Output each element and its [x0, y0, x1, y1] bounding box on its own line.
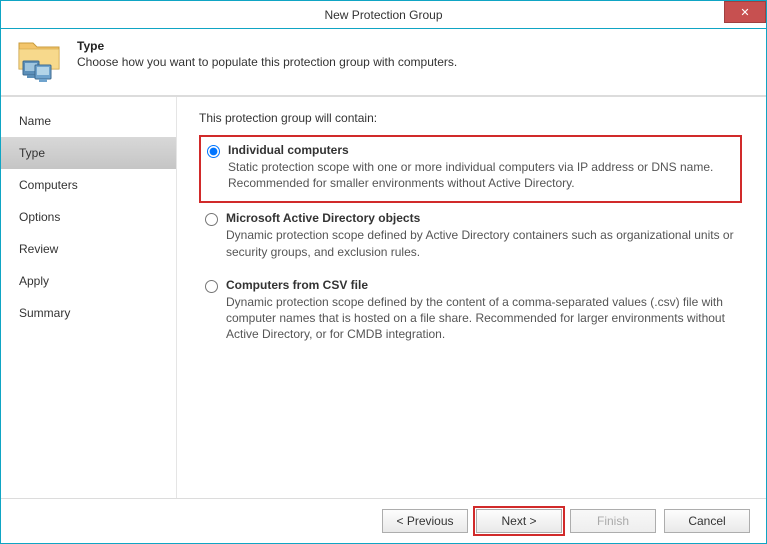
previous-button[interactable]: < Previous — [382, 509, 468, 533]
wizard-steps-sidebar: Name Type Computers Options Review Apply… — [1, 97, 177, 498]
option-body: Microsoft Active Directory objects Dynam… — [226, 211, 734, 259]
radio-individual-computers[interactable] — [207, 145, 220, 158]
content-heading: This protection group will contain: — [199, 111, 742, 125]
wizard-footer: < Previous Next > Finish Cancel — [1, 498, 766, 543]
option-title: Computers from CSV file — [226, 278, 734, 292]
folder-computers-icon — [17, 39, 65, 83]
close-icon: ✕ — [740, 6, 749, 19]
option-title: Individual computers — [228, 143, 732, 157]
page-description: Choose how you want to populate this pro… — [77, 55, 457, 69]
wizard-window: New Protection Group ✕ Type Choose how y… — [0, 0, 767, 544]
header-text: Type Choose how you want to populate thi… — [77, 39, 457, 69]
wizard-body: Name Type Computers Options Review Apply… — [1, 97, 766, 498]
step-type[interactable]: Type — [1, 137, 176, 169]
option-description: Dynamic protection scope defined by Acti… — [226, 227, 734, 259]
step-review[interactable]: Review — [1, 233, 176, 265]
option-title: Microsoft Active Directory objects — [226, 211, 734, 225]
step-options[interactable]: Options — [1, 201, 176, 233]
cancel-button[interactable]: Cancel — [664, 509, 750, 533]
option-body: Computers from CSV file Dynamic protecti… — [226, 278, 734, 343]
wizard-header: Type Choose how you want to populate thi… — [1, 29, 766, 97]
next-button[interactable]: Next > — [476, 509, 562, 533]
titlebar: New Protection Group ✕ — [1, 1, 766, 29]
window-title: New Protection Group — [324, 8, 442, 22]
step-apply[interactable]: Apply — [1, 265, 176, 297]
radio-active-directory[interactable] — [205, 213, 218, 226]
page-title: Type — [77, 39, 457, 53]
option-individual-computers[interactable]: Individual computers Static protection s… — [199, 135, 742, 203]
step-summary[interactable]: Summary — [1, 297, 176, 329]
option-description: Static protection scope with one or more… — [228, 159, 732, 191]
finish-button[interactable]: Finish — [570, 509, 656, 533]
radio-csv-file[interactable] — [205, 280, 218, 293]
step-computers[interactable]: Computers — [1, 169, 176, 201]
option-csv-file[interactable]: Computers from CSV file Dynamic protecti… — [199, 272, 742, 353]
option-active-directory[interactable]: Microsoft Active Directory objects Dynam… — [199, 205, 742, 269]
option-body: Individual computers Static protection s… — [228, 143, 732, 191]
step-name[interactable]: Name — [1, 105, 176, 137]
wizard-content: This protection group will contain: Indi… — [177, 97, 766, 498]
option-description: Dynamic protection scope defined by the … — [226, 294, 734, 343]
close-button[interactable]: ✕ — [724, 1, 766, 23]
